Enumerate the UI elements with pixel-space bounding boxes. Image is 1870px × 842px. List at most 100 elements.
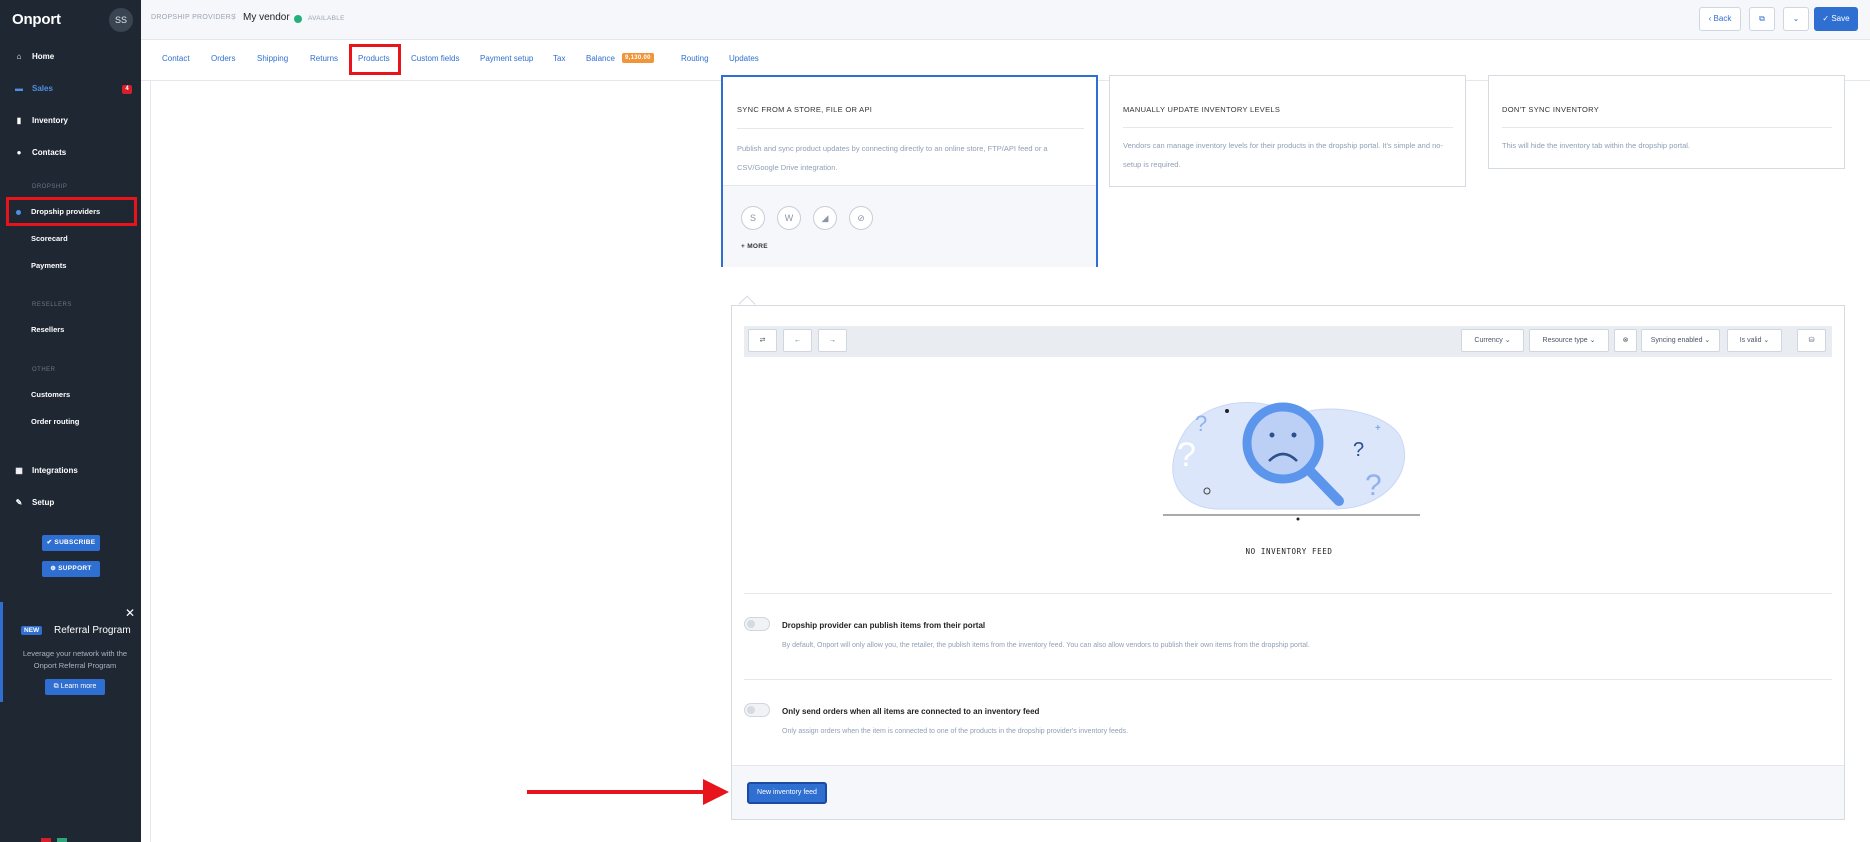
svg-text:?: ? bbox=[1365, 469, 1382, 502]
sidebar-item-label: Integrations bbox=[32, 466, 78, 475]
chevron-down-icon[interactable]: ⌄ bbox=[1783, 7, 1809, 31]
tab-tax[interactable]: Tax bbox=[553, 54, 565, 63]
page-title: My vendor bbox=[243, 12, 290, 23]
sidebar-item-label: Setup bbox=[32, 498, 55, 507]
section-heading-dropship: DROPSHIP bbox=[32, 184, 68, 190]
sidebar-item-home[interactable]: ⌂ Home bbox=[0, 46, 141, 68]
tab-contact[interactable]: Contact bbox=[162, 54, 190, 63]
sidebar-item-setup[interactable]: ✎ Setup bbox=[0, 492, 141, 514]
tab-balance[interactable]: Balance bbox=[586, 54, 615, 63]
squarespace-icon[interactable]: ⊘ bbox=[849, 206, 873, 230]
send-orders-toggle[interactable] bbox=[744, 703, 770, 717]
tab-orders[interactable]: Orders bbox=[211, 54, 235, 63]
is-valid-filter[interactable]: Is valid ⌄ bbox=[1727, 329, 1782, 352]
divider bbox=[744, 593, 1832, 594]
status-badge: AVAILABLE bbox=[308, 15, 345, 22]
shopify-icon[interactable]: S bbox=[741, 206, 765, 230]
sidebar-item-payments[interactable]: Payments bbox=[0, 256, 141, 276]
empty-search-illustration: ? ? ? ? + bbox=[1163, 402, 1420, 521]
tab-updates[interactable]: Updates bbox=[729, 54, 759, 63]
subscribe-button[interactable]: ✔ SUBSCRIBE bbox=[42, 535, 100, 551]
home-icon: ⌂ bbox=[16, 52, 22, 61]
tab-shipping[interactable]: Shipping bbox=[257, 54, 288, 63]
svg-text:?: ? bbox=[1195, 411, 1207, 436]
sidebar-item-integrations[interactable]: ▦ Integrations bbox=[0, 460, 141, 482]
sidebar-item-order-routing[interactable]: Order routing bbox=[0, 412, 141, 432]
publish-items-toggle[interactable] bbox=[744, 617, 770, 631]
sidebar-item-resellers[interactable]: Resellers bbox=[0, 320, 141, 340]
status-dot-icon bbox=[294, 15, 302, 23]
breadcrumb[interactable]: DROPSHIP PROVIDERS bbox=[151, 14, 236, 21]
support-button[interactable]: ⊕ SUPPORT bbox=[42, 561, 100, 577]
sync-option-card-manual[interactable]: MANUALLY UPDATE INVENTORY LEVELS Vendors… bbox=[1109, 75, 1466, 187]
back-button[interactable]: ‹ Back bbox=[1699, 7, 1741, 31]
card-title: SYNC FROM A STORE, FILE OR API bbox=[737, 105, 873, 114]
tab-custom-fields[interactable]: Custom fields bbox=[411, 54, 459, 63]
currency-filter[interactable]: Currency ⌄ bbox=[1461, 329, 1524, 352]
sidebar-item-sales[interactable]: ▬ Sales 4 bbox=[0, 78, 141, 100]
panel-footer: New inventory feed bbox=[732, 765, 1844, 819]
bookmark-icon: ▮ bbox=[16, 116, 22, 125]
card-description: Publish and sync product updates by conn… bbox=[737, 144, 1048, 172]
link-icon[interactable]: ⧉ bbox=[1749, 7, 1775, 31]
app-logo[interactable]: Onport bbox=[12, 11, 61, 28]
cart-icon: ▬ bbox=[15, 84, 23, 93]
card-title: MANUALLY UPDATE INVENTORY LEVELS bbox=[1123, 105, 1281, 114]
swap-icon[interactable]: ⇄ bbox=[748, 329, 777, 352]
clear-filter-icon[interactable]: ⊗ bbox=[1614, 329, 1637, 352]
more-link[interactable]: + MORE bbox=[741, 243, 768, 250]
save-button[interactable]: ✓ Save bbox=[1814, 7, 1858, 31]
sidebar-item-label: Customers bbox=[31, 390, 71, 399]
svg-text:?: ? bbox=[1177, 436, 1196, 474]
empty-state-text: NO INVENTORY FEED bbox=[1245, 547, 1333, 556]
sidebar-item-scorecard[interactable]: Scorecard bbox=[0, 229, 141, 249]
card-title: DON'T SYNC INVENTORY bbox=[1502, 105, 1600, 114]
balance-badge: 9,130.00 bbox=[622, 53, 654, 63]
status-square-green bbox=[57, 838, 67, 842]
sales-count-badge: 4 bbox=[122, 85, 132, 94]
annotation-arrow-head-icon bbox=[703, 779, 729, 805]
section-heading-other: OTHER bbox=[32, 367, 56, 373]
highlight-box-products bbox=[349, 44, 401, 75]
highlight-box-dropship-providers bbox=[6, 197, 137, 226]
breadcrumb-separator: / bbox=[233, 12, 236, 22]
sync-option-card-store[interactable]: SYNC FROM A STORE, FILE OR API Publish a… bbox=[721, 75, 1098, 267]
publish-items-title: Dropship provider can publish items from… bbox=[782, 621, 986, 630]
sidebar-item-label: Home bbox=[32, 52, 55, 61]
database-icon[interactable]: ⛁ bbox=[1797, 329, 1826, 352]
syncing-enabled-filter[interactable]: Syncing enabled ⌄ bbox=[1641, 329, 1720, 352]
avatar[interactable]: SS bbox=[109, 8, 133, 32]
new-badge: NEW bbox=[21, 626, 43, 635]
woocommerce-icon[interactable]: W bbox=[777, 206, 801, 230]
integration-icons-row: S W ◢ ⊘ + MORE bbox=[723, 185, 1096, 267]
sync-option-card-none[interactable]: DON'T SYNC INVENTORY This will hide the … bbox=[1488, 75, 1845, 169]
new-inventory-feed-button[interactable]: New inventory feed bbox=[747, 782, 827, 804]
arrow-left-icon[interactable]: ← bbox=[783, 329, 812, 352]
learn-more-button[interactable]: ⧉ Learn more bbox=[45, 679, 105, 695]
person-icon: ● bbox=[16, 148, 22, 157]
section-heading-resellers: RESELLERS bbox=[32, 302, 72, 308]
sidebar-item-contacts[interactable]: ● Contacts bbox=[0, 142, 141, 164]
top-header: DROPSHIP PROVIDERS / My vendor AVAILABLE… bbox=[141, 0, 1870, 40]
sidebar-item-customers[interactable]: Customers bbox=[0, 385, 141, 405]
status-square-red bbox=[41, 838, 51, 842]
arrow-right-icon[interactable]: → bbox=[818, 329, 847, 352]
close-icon[interactable]: ✕ bbox=[125, 606, 135, 620]
sidebar: Onport SS ⌂ Home ▬ Sales 4 ▮ Inventory ●… bbox=[0, 0, 141, 842]
inventory-feed-panel: ⇄ ← → Currency ⌄ Resource type ⌄ ⊗ Synci… bbox=[731, 305, 1845, 820]
feed-toolbar: ⇄ ← → Currency ⌄ Resource type ⌄ ⊗ Synci… bbox=[744, 326, 1832, 357]
publish-items-description: By default, Onport will only allow you, … bbox=[782, 642, 1310, 649]
card-description: This will hide the inventory tab within … bbox=[1502, 141, 1691, 150]
resource-type-filter[interactable]: Resource type ⌄ bbox=[1529, 329, 1609, 352]
tab-payment-setup[interactable]: Payment setup bbox=[480, 54, 533, 63]
wrench-icon: ✎ bbox=[15, 498, 23, 507]
tab-routing[interactable]: Routing bbox=[681, 54, 709, 63]
sidebar-item-label: Payments bbox=[31, 261, 67, 270]
sidebar-item-label: Scorecard bbox=[31, 234, 68, 243]
sidebar-item-inventory[interactable]: ▮ Inventory bbox=[0, 110, 141, 132]
tab-returns[interactable]: Returns bbox=[310, 54, 338, 63]
bigcommerce-icon[interactable]: ◢ bbox=[813, 206, 837, 230]
card-description: Vendors can manage inventory levels for … bbox=[1123, 141, 1443, 169]
grid-icon: ▦ bbox=[15, 466, 23, 475]
svg-text:+: + bbox=[1375, 423, 1381, 434]
